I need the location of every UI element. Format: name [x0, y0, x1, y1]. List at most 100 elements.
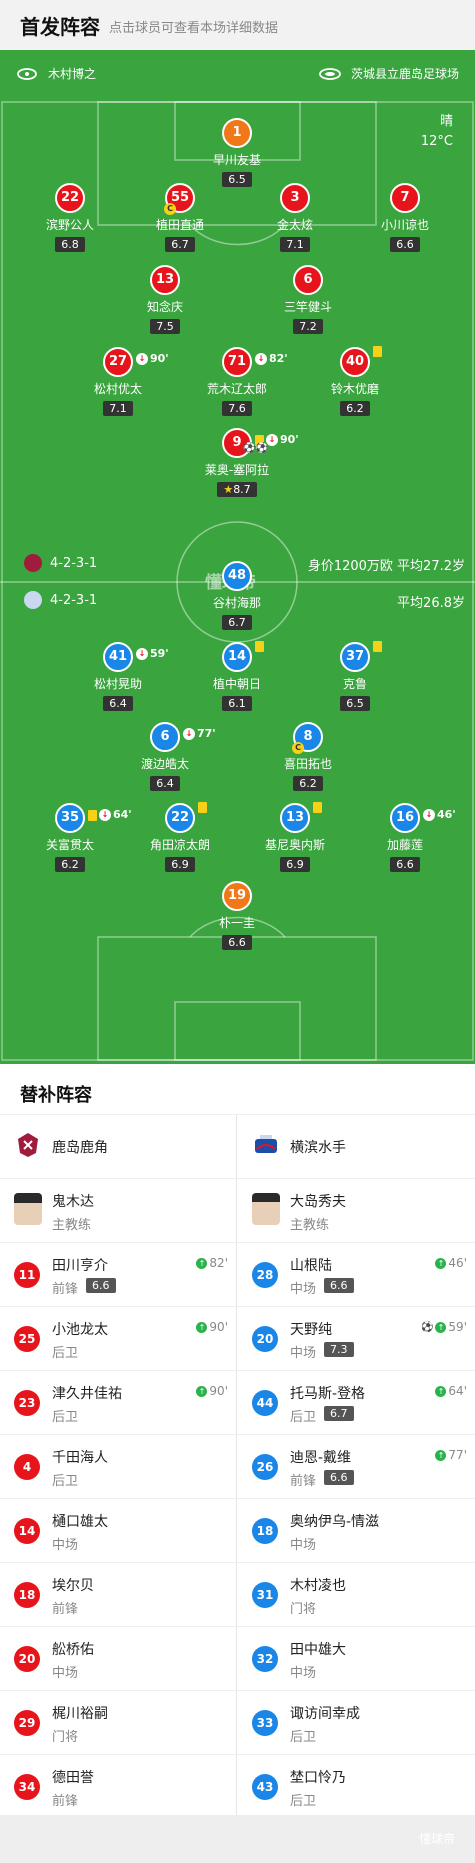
away-player[interactable]: 22 角田凉太朗 6.9	[125, 802, 235, 872]
away-player[interactable]: 6 ↓ 77' 渡边皓太 6.4	[110, 722, 220, 791]
sub-player-row[interactable]: 11 田川亨介 前锋 6.6 ↑ 82'	[0, 1243, 236, 1307]
player-name: 金太炫	[276, 218, 313, 232]
coach-avatar	[14, 1193, 42, 1225]
away-team-row[interactable]: 横滨水手	[238, 1115, 475, 1179]
jersey-number: 33	[252, 1710, 278, 1736]
sub-player-name: 千田海人	[52, 1450, 108, 1466]
jersey-number: 27 ↓ 90'	[103, 347, 169, 377]
player-rating: 6.8	[55, 237, 85, 252]
jersey-number: 31	[252, 1582, 278, 1608]
sub-player-row[interactable]: 18 奥纳伊乌-情滋 中场	[238, 1499, 475, 1563]
sub-player-row[interactable]: 33 诹访间幸成 后卫	[238, 1691, 475, 1755]
sub-in-icon: ↑	[196, 1257, 208, 1269]
player-name: 莱奥-塞阿拉	[204, 463, 270, 477]
rating-value: 6.9	[286, 858, 304, 871]
player-rating: 6.4	[150, 776, 180, 791]
sub-player-row[interactable]: 31 木村凌也 门将	[238, 1563, 475, 1627]
sub-player-row[interactable]: 28 山根陆 中场 6.6 ↑ 46'	[238, 1243, 475, 1307]
sub-player-row[interactable]: 44 托马斯-登格 后卫 6.7 ↑ 64'	[238, 1371, 475, 1435]
home-player[interactable]: 7 小川谅也 6.6	[350, 183, 460, 252]
home-player[interactable]: 40 铃木优磨 6.2	[300, 346, 410, 416]
home-player[interactable]: 55 C 植田直通 6.7	[125, 183, 235, 252]
away-coach-role: 主教练	[290, 1218, 330, 1233]
sub-in-icon: ↑	[435, 1321, 447, 1333]
sub-player-name: 田中雄大	[290, 1642, 346, 1658]
player-rating: 6.4	[103, 696, 133, 711]
player-rating: 7.1	[103, 401, 133, 416]
whistle-icon	[17, 67, 37, 80]
sub-time: 90'	[280, 433, 299, 446]
jersey-number: 20	[14, 1646, 40, 1672]
sub-in: ⚽ ↑ 59'	[421, 1320, 467, 1334]
home-player[interactable]: 22 滨野公人 6.8	[15, 183, 125, 252]
sub-in-icon: ↑	[435, 1449, 447, 1461]
footer: 懂球帝	[0, 1815, 475, 1863]
away-info: 平均26.8岁	[397, 596, 465, 611]
sub-player-rating: 6.7	[324, 1406, 354, 1421]
sub-player-name: 小池龙太	[52, 1322, 108, 1338]
page-title: 首发阵容	[20, 14, 100, 39]
jersey-number: 13	[150, 265, 180, 295]
home-coach-row[interactable]: 鬼木达 主教练	[0, 1179, 236, 1243]
sub-player-name: 诹访间幸成	[290, 1706, 360, 1722]
away-player[interactable]: 19 朴一圭 6.6	[182, 881, 292, 950]
sub-time: 82'	[269, 352, 288, 365]
player-name: 渡边皓太	[140, 757, 189, 771]
home-player[interactable]: 27 ↓ 90' 松村优太 7.1	[63, 347, 173, 416]
home-player[interactable]: 1 早川友基 6.5	[182, 118, 292, 187]
sub-player-row[interactable]: 34 德田誉 前锋	[0, 1755, 236, 1819]
player-events: ↓ 90'	[136, 346, 169, 372]
sub-player-row[interactable]: 26 迪恩-戴维 前锋 6.6 ↑ 77'	[238, 1435, 475, 1499]
sub-player-row[interactable]: 14 樋口雄太 中场	[0, 1499, 236, 1563]
rating-value: 6.4	[109, 697, 127, 710]
away-player[interactable]: 14 植中朝日 6.1	[182, 641, 292, 711]
away-player[interactable]: 48 谷村海那 6.7	[182, 561, 292, 630]
kashima-logo-icon	[18, 1133, 38, 1157]
away-player[interactable]: 16 ↓ 46' 加藤莲 6.6	[350, 803, 460, 872]
away-coach-row[interactable]: 大岛秀夫 主教练	[238, 1179, 475, 1243]
rating-value: 6.4	[156, 777, 174, 790]
rating-value: 6.5	[346, 697, 364, 710]
home-player[interactable]: 3 金太炫 7.1	[240, 183, 350, 252]
sub-player-row[interactable]: 18 埃尔贝 前锋	[0, 1563, 236, 1627]
sub-in-time: 64'	[448, 1384, 467, 1398]
captain-badge-icon: C	[292, 742, 304, 754]
sub-player-position: 后卫	[290, 1410, 317, 1425]
home-formation: 4-2-3-1	[24, 554, 97, 572]
sub-player-position: 前锋	[290, 1474, 317, 1489]
stadium-icon	[319, 67, 341, 80]
sub-player-row[interactable]: 29 梶川裕嗣 门将	[0, 1691, 236, 1755]
jersey-number: 22	[165, 802, 207, 833]
home-player[interactable]: 6 三竿健斗 7.2	[253, 265, 363, 334]
sub-player-position: 前锋	[52, 1602, 79, 1617]
away-player[interactable]: 8 C 喜田拓也 6.2	[253, 722, 363, 791]
sub-player-row[interactable]: 25 小池龙太 后卫 ↑ 90'	[0, 1307, 236, 1371]
jersey-number: 20	[252, 1326, 278, 1352]
player-name: 植中朝日	[212, 677, 261, 691]
home-player[interactable]: 13 知念庆 7.5	[110, 265, 220, 334]
sub-player-row[interactable]: 32 田中雄大 中场	[238, 1627, 475, 1691]
away-player[interactable]: 37 克鲁 6.5	[300, 641, 410, 711]
jersey-number: 26	[252, 1454, 278, 1480]
sub-player-row[interactable]: 43 埜口怜乃 后卫	[238, 1755, 475, 1819]
player-name: 朴一圭	[218, 916, 255, 930]
sub-player-row[interactable]: 23 津久井佳祐 后卫 ↑ 90'	[0, 1371, 236, 1435]
sub-player-row[interactable]: 4 千田海人 后卫	[0, 1435, 236, 1499]
sub-player-name: 舩桥佑	[52, 1642, 94, 1658]
away-player[interactable]: 13 基尼奥内斯 6.9	[240, 802, 350, 872]
sub-player-row[interactable]: 20 舩桥佑 中场	[0, 1627, 236, 1691]
home-team-row[interactable]: 鹿岛鹿角	[0, 1115, 236, 1179]
player-rating: 6.9	[280, 857, 310, 872]
away-player[interactable]: 41 ↓ 59' 松村晃助 6.4	[63, 642, 173, 711]
yokohama-logo-icon	[255, 1135, 277, 1153]
sub-in: ↑ 64'	[435, 1384, 467, 1398]
sub-player-position: 中场	[290, 1666, 317, 1681]
away-player[interactable]: 35 ↓ 64' 关富贯太 6.2	[15, 803, 132, 872]
rating-value: 6.2	[61, 858, 79, 871]
home-player[interactable]: 9 ↓ 90' ⚽⚽ 莱奥-塞阿拉 ★8.7	[182, 428, 299, 497]
sub-player-row[interactable]: 20 天野纯 中场 7.3 ⚽ ↑ 59'	[238, 1307, 475, 1371]
home-player[interactable]: 71 ↓ 82' 荒木辽太郎 7.6	[182, 347, 292, 416]
jersey-number: 11	[14, 1262, 40, 1288]
jersey-number: 37	[340, 641, 382, 672]
sub-in: ↑ 46'	[435, 1256, 467, 1270]
